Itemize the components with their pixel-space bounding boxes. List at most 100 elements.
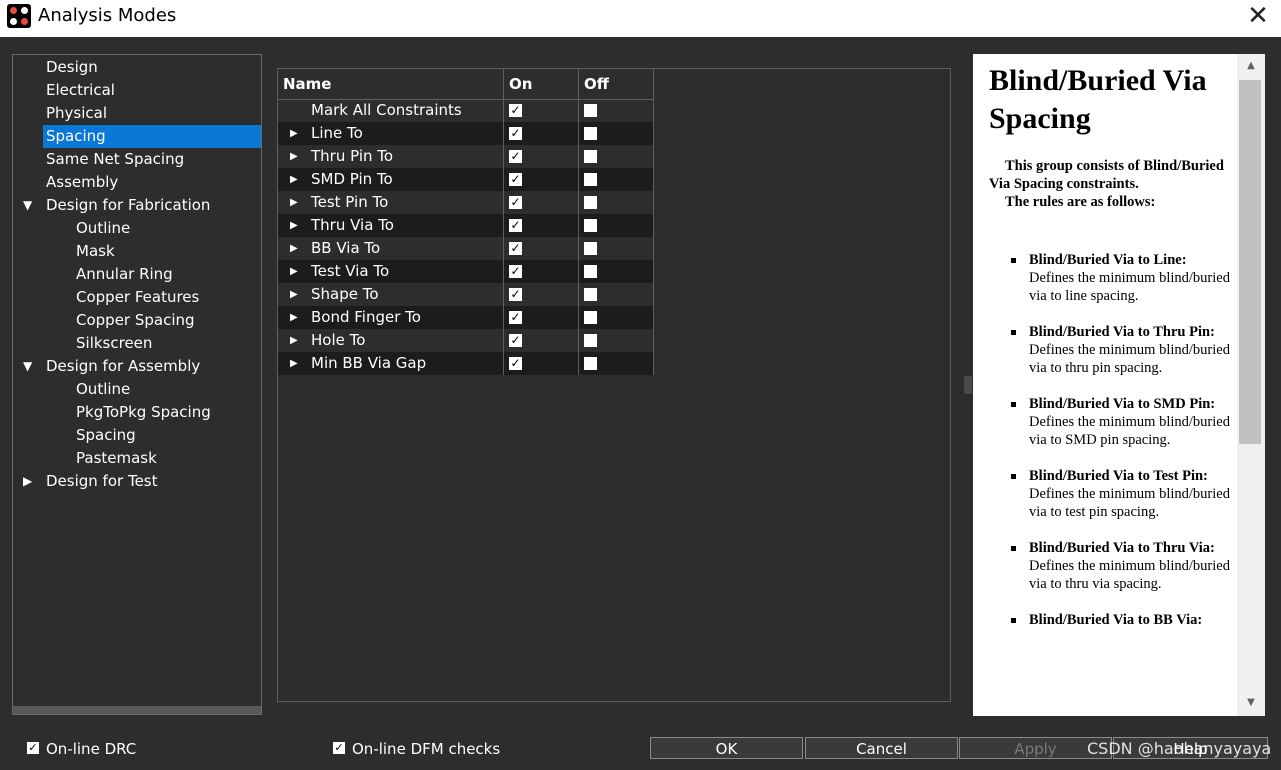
on-checkbox[interactable]: ✓ [509,104,522,117]
off-checkbox[interactable] [584,173,597,186]
table-row[interactable]: ▶ Shape To ✓ [278,283,654,306]
table-row[interactable]: ▶ Thru Pin To ✓ [278,145,654,168]
expand-arrow-icon[interactable]: ▶ [290,145,298,168]
on-checkbox[interactable]: ✓ [509,127,522,140]
column-header-on[interactable]: On [504,69,579,99]
help-rule-item: Blind/Buried Via to Test Pin: Defines th… [989,467,1235,521]
online-drc-label: On-line DRC [46,740,137,758]
tree-item[interactable]: Spacing [73,424,261,447]
off-checkbox[interactable] [584,219,597,232]
tree-item[interactable]: Pastemask [73,447,261,470]
expand-arrow-icon[interactable]: ▶ [290,237,298,260]
off-checkbox[interactable] [584,357,597,370]
tree-item[interactable]: PkgToPkg Spacing [73,401,261,424]
tree-item[interactable]: Copper Features [73,286,261,309]
help-scrollbar[interactable]: ▲ ▼ [1237,54,1265,716]
off-checkbox[interactable] [584,196,597,209]
column-header-name[interactable]: Name [278,69,504,99]
expand-arrow-icon[interactable]: ▶ [290,283,298,306]
expand-arrow-icon[interactable]: ▶ [23,470,32,493]
tree-item[interactable]: Design for Test [43,470,261,493]
ok-button[interactable]: OK [650,737,803,759]
tree-item[interactable]: Outline [73,378,261,401]
expand-arrow-icon[interactable]: ▶ [290,214,298,237]
name-cell: ▶ Thru Pin To [278,145,504,168]
help-panel: Blind/Buried Via Spacing This group cons… [973,54,1237,716]
table-row[interactable]: ▶ Min BB Via Gap ✓ [278,352,654,375]
tree-item[interactable]: Outline [73,217,261,240]
off-checkbox[interactable] [584,242,597,255]
off-checkbox[interactable] [584,127,597,140]
table-row[interactable]: ▶ Test Pin To ✓ [278,191,654,214]
tree-item[interactable]: Assembly [43,171,261,194]
cancel-button[interactable]: Cancel [805,737,958,759]
table-row[interactable]: ▶ BB Via To ✓ [278,237,654,260]
online-dfm-checkbox-box[interactable]: ✓ [333,742,345,754]
tree-item[interactable]: Spacing [43,125,261,148]
column-header-off[interactable]: Off [579,69,654,99]
table-row[interactable]: ▶ Thru Via To ✓ [278,214,654,237]
on-checkbox[interactable]: ✓ [509,219,522,232]
scroll-down-icon[interactable]: ▼ [1237,697,1265,708]
on-checkbox[interactable]: ✓ [509,173,522,186]
off-checkbox[interactable] [584,265,597,278]
close-button[interactable]: ✕ [1241,2,1275,32]
tree-item[interactable]: Physical [43,102,261,125]
collapse-arrow-icon[interactable]: ▼ [23,355,32,378]
off-checkbox[interactable] [584,104,597,117]
on-checkbox[interactable]: ✓ [509,311,522,324]
tree-item[interactable]: Silkscreen [73,332,261,355]
on-checkbox[interactable]: ✓ [509,334,522,347]
tree-item-label: Mask [76,242,115,260]
off-cell [579,145,654,168]
off-checkbox[interactable] [584,288,597,301]
tree-item-label: Assembly [46,173,119,191]
expand-arrow-icon[interactable]: ▶ [290,191,298,214]
help-rule-item: Blind/Buried Via to Thru Via: Defines th… [989,539,1235,593]
tree-item[interactable]: Design for Assembly [43,355,261,378]
table-row[interactable]: ▶ Bond Finger To ✓ [278,306,654,329]
table-row[interactable]: ▶ Hole To ✓ [278,329,654,352]
on-checkbox[interactable]: ✓ [509,242,522,255]
row-label: Shape To [311,285,379,303]
expand-arrow-icon[interactable]: ▶ [290,329,298,352]
tree-item[interactable]: Same Net Spacing [43,148,261,171]
scroll-thumb[interactable] [1239,80,1261,444]
tree-horizontal-scrollbar[interactable] [13,706,261,714]
tree-item[interactable]: Design [43,56,261,79]
expand-arrow-icon[interactable]: ▶ [290,168,298,191]
collapse-arrow-icon[interactable]: ▼ [23,194,32,217]
expand-arrow-icon[interactable]: ▶ [290,260,298,283]
expand-arrow-icon[interactable]: ▶ [290,122,298,145]
on-checkbox[interactable]: ✓ [509,265,522,278]
help-intro: This group consists of Blind/Buried Via … [989,157,1229,211]
off-checkbox[interactable] [584,334,597,347]
on-checkbox[interactable]: ✓ [509,357,522,370]
table-row[interactable]: Mark All Constraints ✓ [278,99,654,122]
title-bar: Analysis Modes ✕ [0,0,1281,37]
off-checkbox[interactable] [584,311,597,324]
tree-item[interactable]: Copper Spacing [73,309,261,332]
scroll-up-icon[interactable]: ▲ [1237,60,1265,71]
splitter-handle[interactable] [964,376,972,394]
bullet-icon [1011,546,1016,551]
tree-item[interactable]: Annular Ring [73,263,261,286]
help-rule-item: Blind/Buried Via to Thru Pin: Defines th… [989,323,1235,377]
table-row[interactable]: ▶ Line To ✓ [278,122,654,145]
tree-item[interactable]: Design for Fabrication [43,194,261,217]
on-checkbox[interactable]: ✓ [509,288,522,301]
on-checkbox[interactable]: ✓ [509,150,522,163]
off-checkbox[interactable] [584,150,597,163]
tree-item[interactable]: Mask [73,240,261,263]
online-drc-checkbox-box[interactable]: ✓ [27,742,39,754]
expand-arrow-icon[interactable]: ▶ [290,306,298,329]
off-cell [579,168,654,191]
help-rule-desc: Defines the minimum blind/buried via to … [1029,270,1230,304]
expand-arrow-icon[interactable]: ▶ [290,352,298,375]
on-checkbox[interactable]: ✓ [509,196,522,209]
online-dfm-label: On-line DFM checks [352,740,501,758]
table-row[interactable]: ▶ Test Via To ✓ [278,260,654,283]
tree-item[interactable]: Electrical [43,79,261,102]
table-row[interactable]: ▶ SMD Pin To ✓ [278,168,654,191]
name-cell: ▶ Hole To [278,329,504,352]
